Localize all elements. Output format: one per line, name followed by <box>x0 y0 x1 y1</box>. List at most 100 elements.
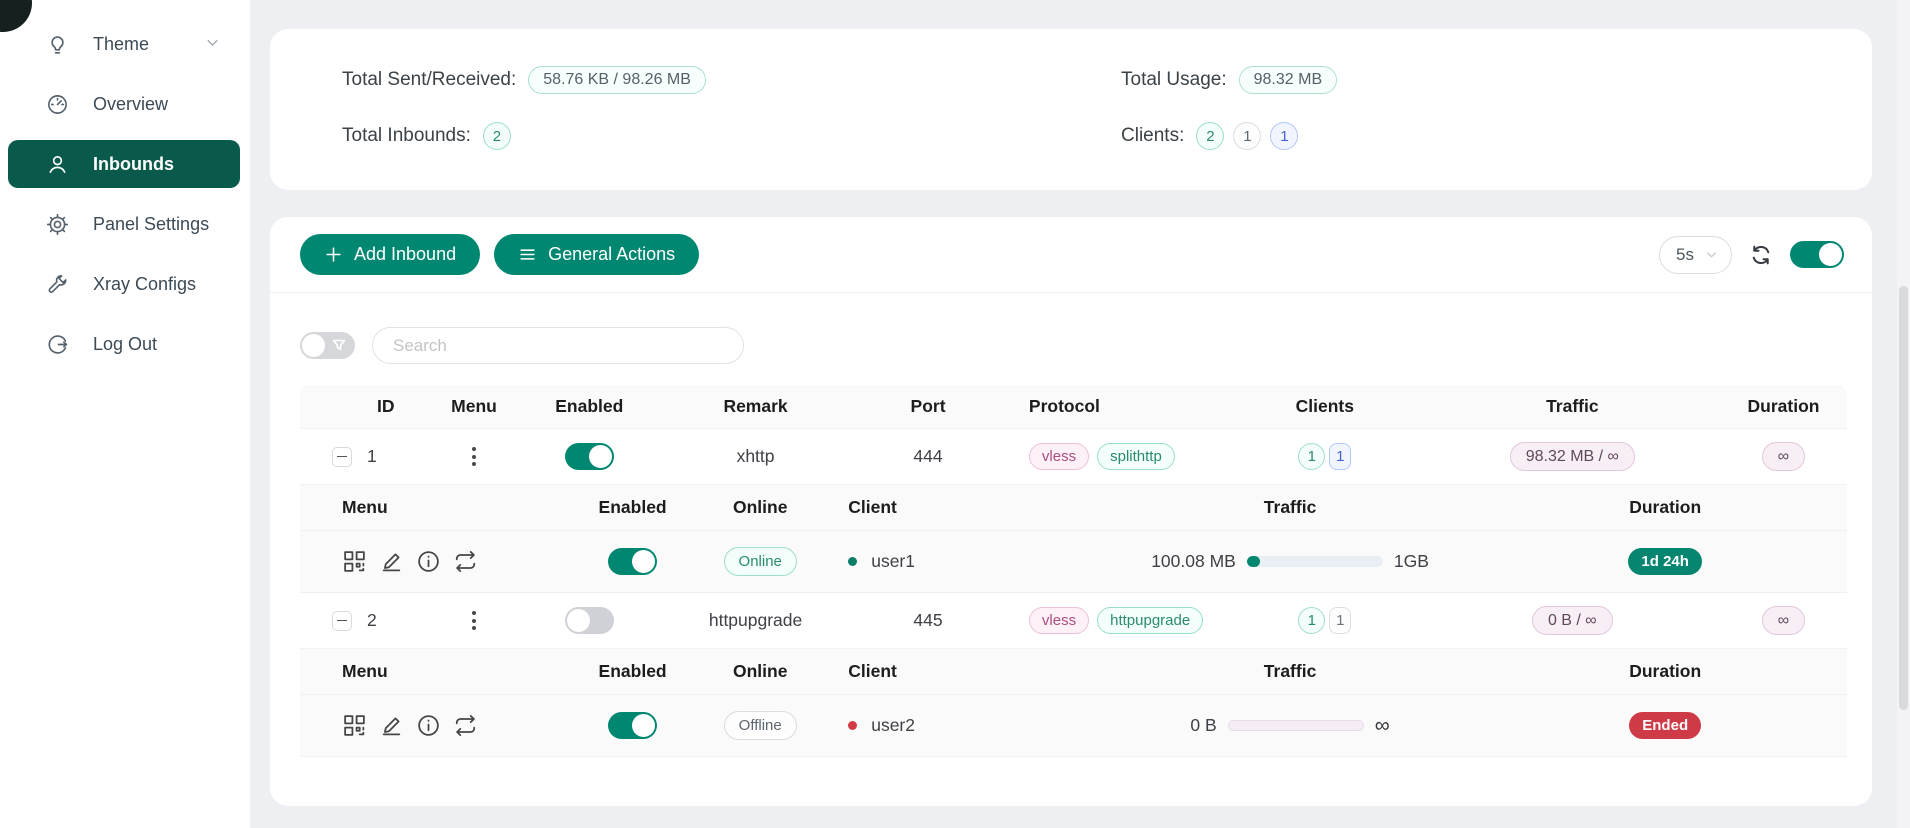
total-sent-received-label: Total Sent/Received: <box>342 69 516 91</box>
client-status-dot <box>848 721 857 730</box>
sidebar-item-label: Panel Settings <box>93 214 209 235</box>
total-inbounds-value: 2 <box>483 122 511 150</box>
inbound-enabled-toggle[interactable] <box>565 607 614 634</box>
row-menu-button[interactable] <box>464 607 484 634</box>
total-usage-value: 98.32 MB <box>1239 66 1337 94</box>
clients-online-badge: 2 <box>1196 122 1224 150</box>
client-header-enabled: Enabled <box>563 661 702 682</box>
client-header-online: Online <box>702 661 818 682</box>
menu-lines-icon <box>518 245 537 264</box>
sidebar: Theme Overview Inbounds Panel Settings X… <box>0 0 250 828</box>
refresh-icon <box>1749 243 1773 267</box>
sidebar-item-xray-configs[interactable]: Xray Configs <box>8 260 240 308</box>
toolbar: Add Inbound General Actions 5s <box>270 217 1872 275</box>
scrollbar-thumb[interactable] <box>1899 286 1908 710</box>
client-count-badge: 1 <box>1329 607 1351 634</box>
filter-toggle[interactable] <box>300 332 355 359</box>
inbound-enabled-toggle[interactable] <box>565 443 614 470</box>
table-header-row: ID Menu Enabled Remark Port Protocol Cli… <box>300 385 1847 429</box>
client-duration-badge: 1d 24h <box>1628 548 1702 575</box>
client-header-enabled: Enabled <box>563 497 702 518</box>
client-enabled-toggle[interactable] <box>608 548 657 575</box>
reset-traffic-button[interactable] <box>453 549 478 574</box>
header-port: Port <box>849 396 1007 417</box>
search-input[interactable] <box>372 327 744 364</box>
main-content: Total Sent/Received: 58.76 KB / 98.26 MB… <box>250 0 1910 828</box>
chevron-down-icon <box>205 34 220 55</box>
client-info-button[interactable] <box>416 713 441 738</box>
qrcode-icon <box>342 549 367 574</box>
total-usage-label: Total Usage: <box>1121 69 1227 91</box>
refresh-button[interactable] <box>1749 243 1773 267</box>
qrcode-icon <box>342 713 367 738</box>
traffic-used: 0 B <box>1190 715 1216 736</box>
header-menu: Menu <box>431 396 516 417</box>
sidebar-item-label: Xray Configs <box>93 274 196 295</box>
sidebar-item-log-out[interactable]: Log Out <box>8 320 240 368</box>
inbound-id: 1 <box>367 446 377 467</box>
row-menu-button[interactable] <box>464 443 484 470</box>
user-icon <box>46 153 69 176</box>
inbound-id: 2 <box>367 610 377 631</box>
chevron-down-icon <box>1705 248 1718 261</box>
sidebar-item-label: Log Out <box>93 334 157 355</box>
header-enabled: Enabled <box>517 396 662 417</box>
client-traffic: 100.08 MB 1GB <box>1151 551 1429 572</box>
client-count-badge: 1 <box>1298 607 1325 634</box>
info-icon <box>416 549 441 574</box>
page-scrollbar[interactable] <box>1897 0 1910 828</box>
client-header-client: Client <box>818 661 1096 682</box>
traffic-total: 1GB <box>1394 551 1429 572</box>
repeat-icon <box>453 549 478 574</box>
sidebar-item-label: Inbounds <box>93 154 174 175</box>
add-inbound-button[interactable]: Add Inbound <box>300 234 480 275</box>
qrcode-button[interactable] <box>342 549 367 574</box>
client-enabled-toggle[interactable] <box>608 712 657 739</box>
total-sent-received-value: 58.76 KB / 98.26 MB <box>528 66 706 94</box>
inbound-traffic-pill: 0 B / ∞ <box>1532 606 1613 635</box>
collapse-row-button[interactable] <box>332 611 352 631</box>
client-row: Online user1 100.08 MB 1GB 1d 24h <box>300 531 1847 593</box>
client-header-duration: Duration <box>1483 661 1847 682</box>
header-remark: Remark <box>662 396 849 417</box>
repeat-icon <box>453 713 478 738</box>
auto-refresh-toggle[interactable] <box>1790 241 1844 268</box>
client-header-online: Online <box>702 497 818 518</box>
clients-deactivated-badge: 1 <box>1233 122 1261 150</box>
plus-icon <box>324 245 343 264</box>
toolbar-divider <box>270 292 1872 293</box>
client-row: Offline user2 0 B ∞ Ended <box>300 695 1847 757</box>
qrcode-button[interactable] <box>342 713 367 738</box>
client-header-client: Client <box>818 497 1096 518</box>
client-table-header: Menu Enabled Online Client Traffic Durat… <box>300 485 1847 531</box>
client-header-duration: Duration <box>1483 497 1847 518</box>
sidebar-item-label: Theme <box>93 34 149 55</box>
filter-icon <box>332 339 346 353</box>
client-header-menu: Menu <box>300 497 563 518</box>
reset-traffic-button[interactable] <box>453 713 478 738</box>
sidebar-item-theme[interactable]: Theme <box>8 20 240 68</box>
general-actions-button[interactable]: General Actions <box>494 234 699 275</box>
pencil-icon <box>379 549 404 574</box>
inbounds-card: Add Inbound General Actions 5s <box>270 217 1872 806</box>
header-duration: Duration <box>1720 396 1847 417</box>
logout-icon <box>46 333 69 356</box>
edit-client-button[interactable] <box>379 549 404 574</box>
client-count-badge: 1 <box>1298 443 1325 470</box>
sidebar-item-overview[interactable]: Overview <box>8 80 240 128</box>
client-info-button[interactable] <box>416 549 441 574</box>
sidebar-item-panel-settings[interactable]: Panel Settings <box>8 200 240 248</box>
bulb-icon <box>46 33 69 56</box>
refresh-interval-select[interactable]: 5s <box>1659 236 1732 274</box>
client-header-traffic: Traffic <box>1097 497 1484 518</box>
client-header-traffic: Traffic <box>1097 661 1484 682</box>
edit-client-button[interactable] <box>379 713 404 738</box>
inbounds-table: ID Menu Enabled Remark Port Protocol Cli… <box>300 385 1847 757</box>
sidebar-item-inbounds[interactable]: Inbounds <box>8 140 240 188</box>
pencil-icon <box>379 713 404 738</box>
collapse-row-button[interactable] <box>332 447 352 467</box>
traffic-total: ∞ <box>1375 714 1390 738</box>
header-clients: Clients <box>1225 396 1425 417</box>
gear-icon <box>46 213 69 236</box>
traffic-progress-bar <box>1228 720 1364 731</box>
